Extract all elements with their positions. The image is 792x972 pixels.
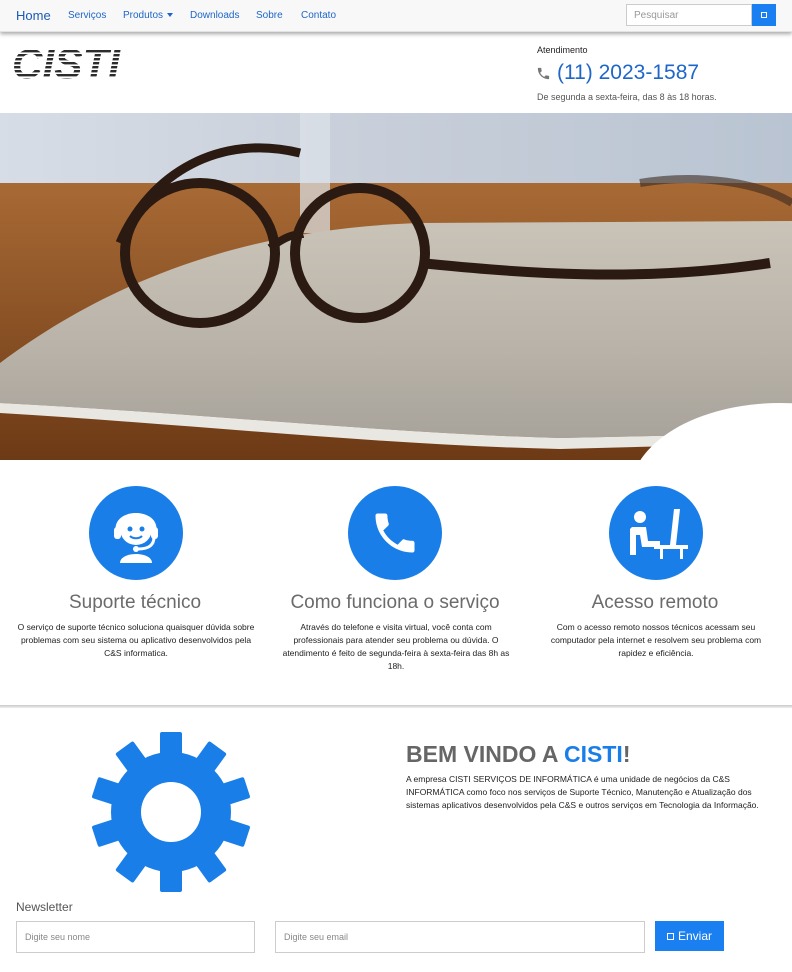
feature-title-service: Como funciona o serviço (290, 592, 500, 613)
search-input[interactable] (626, 4, 752, 26)
send-button-label: Enviar (677, 929, 712, 943)
attendance-label: Atendimento (537, 45, 588, 55)
newsletter-label: Newsletter (16, 900, 73, 914)
remote-access-icon (630, 509, 688, 559)
business-hours: De segunda a sexta-feira, das 8 às 18 ho… (537, 92, 717, 102)
service-feature-icon-circle (348, 486, 442, 580)
svg-text:CISTI: CISTI (12, 42, 121, 82)
nav-item-produtos-label: Produtos (123, 10, 164, 21)
welcome-title-brand: CISTI (564, 741, 623, 767)
support-agent-icon (114, 513, 158, 563)
support-feature-icon-circle (89, 486, 183, 580)
feature-text-support: O serviço de suporte técnico soluciona q… (17, 622, 255, 658)
feature-title-remote: Acesso remoto (591, 592, 719, 613)
welcome-title-suffix: ! (622, 741, 631, 767)
feature-title-support: Suporte técnico (68, 592, 202, 613)
newsletter-email-input[interactable] (275, 921, 645, 953)
send-icon (666, 932, 674, 940)
welcome-text: A empresa CISTI SERVIÇOS DE INFORMÁTICA … (406, 774, 759, 810)
welcome-title-prefix: BEM VINDO A (406, 741, 565, 767)
phone-icon (375, 513, 415, 553)
phone-number: (11) 2023-1587 (536, 61, 699, 85)
newsletter-name-input[interactable] (16, 921, 255, 953)
cisti-logo[interactable]: CISTI (10, 40, 124, 87)
nav-item-servicos[interactable]: Serviços (68, 10, 106, 21)
welcome-title: BEM VINDO A CISTI! (406, 741, 630, 768)
search-icon (761, 12, 767, 18)
nav-item-sobre[interactable]: Sobre (256, 10, 283, 21)
nav-item-contato[interactable]: Contato (301, 10, 336, 21)
nav-item-downloads[interactable]: Downloads (190, 10, 239, 21)
caret-down-icon (167, 13, 174, 18)
feature-text-remote: Com o acesso remoto nossos técnicos aces… (550, 622, 762, 658)
nav-item-produtos[interactable]: Produtos (123, 10, 174, 21)
hero-image (0, 113, 792, 460)
gear-icon (90, 732, 252, 892)
search-button[interactable] (752, 4, 776, 26)
phone-icon (537, 67, 550, 79)
newsletter-send-button[interactable]: Enviar (655, 921, 724, 951)
top-navbar: Home Serviços Produtos Downloads Sobre C… (0, 0, 792, 32)
phone-number-text: (11) 2023-1587 (557, 61, 700, 84)
remote-feature-icon-circle (609, 486, 703, 580)
section-divider (0, 705, 792, 708)
feature-text-service: Através do telefone e visita virtual, vo… (282, 622, 510, 671)
nav-home-link[interactable]: Home (16, 8, 51, 23)
